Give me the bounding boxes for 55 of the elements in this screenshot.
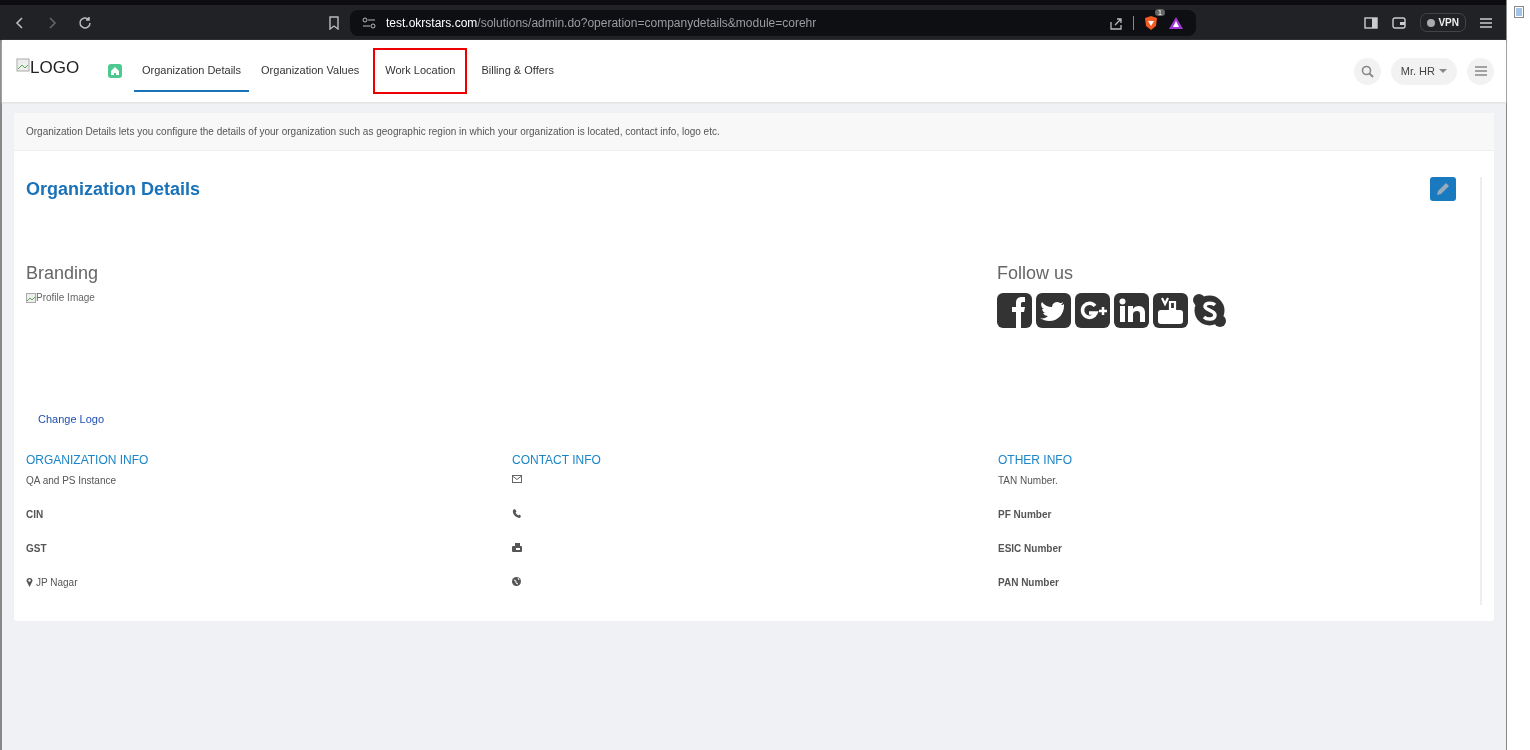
user-menu[interactable]: Mr. HR [1390, 57, 1457, 85]
site-settings-icon[interactable] [362, 16, 376, 29]
share-icon[interactable] [1109, 15, 1123, 30]
info-text: CIN [26, 509, 44, 520]
forward-icon[interactable] [46, 15, 58, 30]
url-text[interactable]: test.okrstars.com/solutions/admin.do?operation=companydetails&module=corehr [386, 15, 817, 30]
globe-icon [512, 577, 521, 586]
section-heading: CONTACT INFO [512, 453, 602, 467]
pencil-icon [1435, 181, 1451, 197]
skype-icon[interactable] [1192, 293, 1227, 328]
linkedin-icon[interactable] [1114, 293, 1149, 328]
section-heading: OTHER INFO [998, 453, 1073, 467]
section-heading: ORGANIZATION INFO [26, 453, 150, 467]
broken-image-icon [16, 58, 30, 72]
fax-icon [512, 543, 522, 552]
bookmark-icon[interactable] [328, 15, 340, 30]
search-button[interactable] [1353, 57, 1381, 85]
wallet-icon[interactable] [1392, 16, 1407, 29]
change-logo-link[interactable]: Change Logo [38, 413, 105, 425]
broken-image-icon [26, 292, 36, 303]
description-text: Organization Details lets you configure the details of your organization such as geographic region in which your organization is located, contact info, logo etc. [14, 113, 1494, 151]
nav-tab[interactable]: Work Location [375, 50, 466, 92]
location-pin-icon [26, 577, 33, 587]
info-text: JP Nagar [36, 577, 78, 588]
info-text: PF Number [998, 509, 1052, 520]
shield-icon[interactable] [1144, 14, 1158, 31]
page-title: Organization Details [26, 178, 201, 200]
menu-icon [1474, 66, 1487, 76]
back-icon[interactable] [14, 15, 26, 30]
envelope-icon [512, 475, 522, 483]
section-heading: Follow us [997, 263, 1075, 284]
caret-icon [1439, 68, 1447, 74]
menu-icon[interactable] [1480, 16, 1492, 29]
bird-icon[interactable] [1036, 293, 1071, 328]
section-heading: Branding [26, 263, 99, 284]
nav-tab[interactable]: Organization Details [134, 50, 250, 92]
info-text: ESIC Number [998, 543, 1062, 554]
info-text: QA and PS Instance [26, 475, 117, 486]
menu-button[interactable] [1467, 57, 1494, 85]
document-icon [1514, 6, 1524, 18]
nav-tab[interactable]: Billing & Offers [473, 50, 562, 92]
google-plus-icon[interactable] [1075, 293, 1110, 328]
triangle-icon[interactable] [1168, 15, 1184, 30]
info-text: TAN Number. [998, 475, 1058, 486]
profile-image: Profile Image [26, 292, 95, 303]
reload-icon[interactable] [78, 15, 92, 30]
search-icon [1360, 64, 1374, 78]
facebook-icon[interactable] [997, 293, 1032, 328]
phone-icon [512, 509, 521, 518]
sidebar-icon[interactable] [1364, 16, 1379, 29]
nav-tab[interactable]: Organization Values [253, 50, 368, 92]
vpn-button[interactable]: VPN [1420, 13, 1466, 32]
logo-image: LOGO [16, 58, 108, 78]
info-text: GST [26, 543, 47, 554]
info-text: PAN Number [998, 577, 1059, 588]
